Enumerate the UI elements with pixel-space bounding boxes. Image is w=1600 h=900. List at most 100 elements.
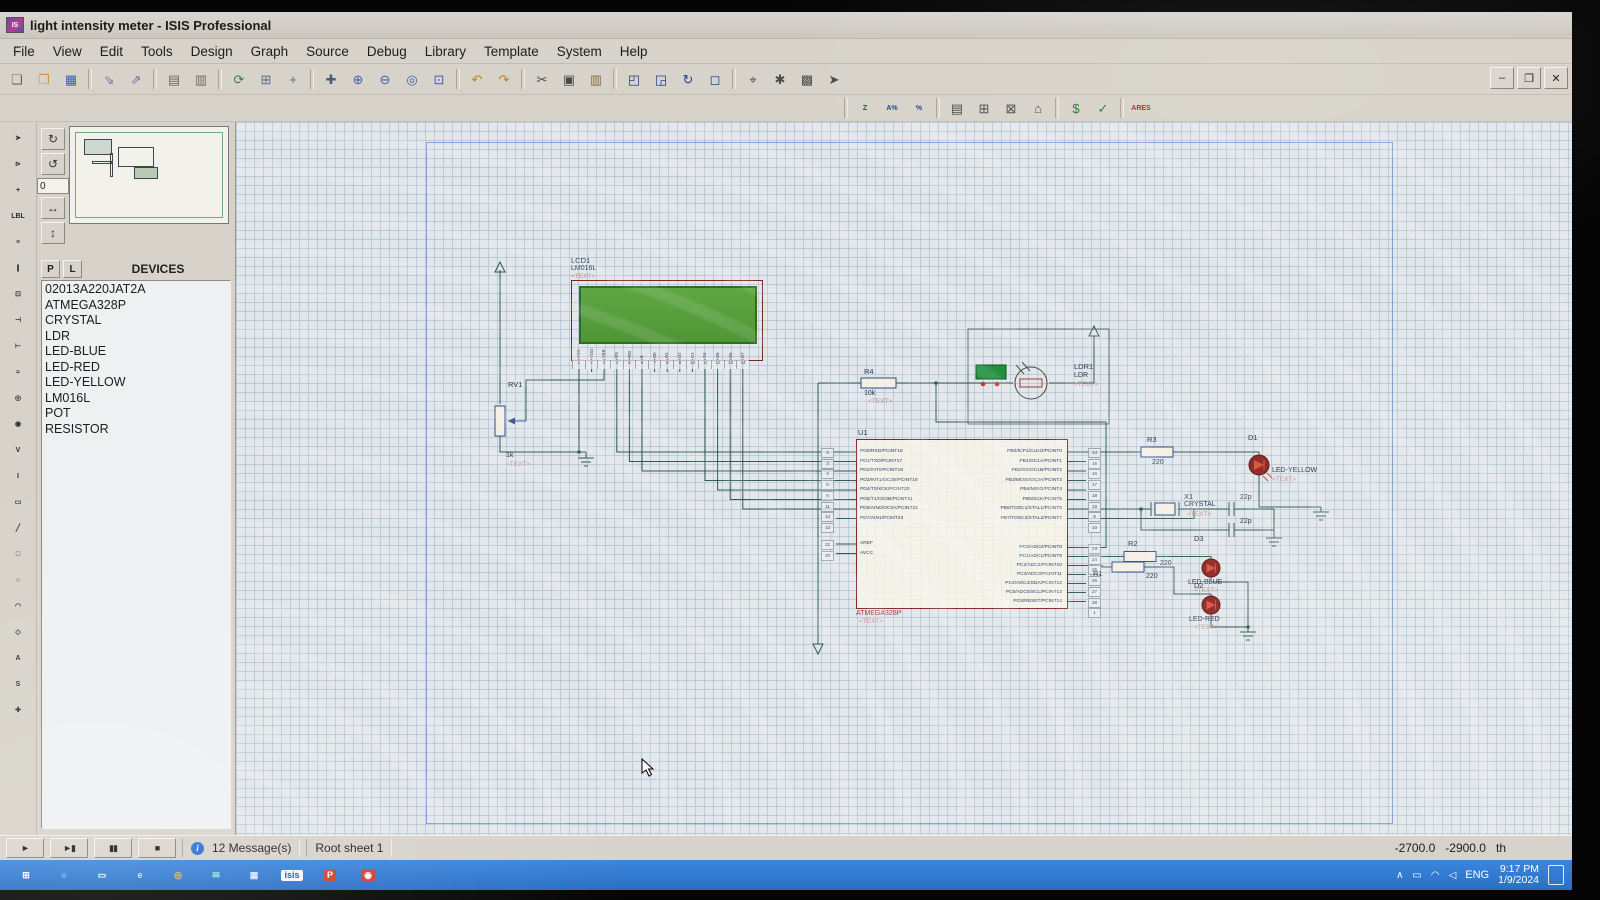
simulate-step-button[interactable]: ►▮ [50,838,88,858]
search-tag-icon[interactable]: A% [879,95,905,121]
taskbar-clock[interactable]: 9:17 PM 1/9/2024 [1498,864,1539,886]
redo-icon[interactable]: ↷ [491,66,517,92]
pick-devices-button[interactable]: P [41,260,60,278]
marker-mode[interactable]: ✚ [5,698,31,722]
menu-item[interactable]: System [548,42,611,61]
language-indicator[interactable]: ENG [1465,869,1489,881]
goto-sheet-icon[interactable]: ⌂ [1025,95,1051,121]
pan-icon[interactable]: ✚ [318,66,344,92]
library-button[interactable]: L [63,260,82,278]
paste-icon[interactable]: ▥ [583,66,609,92]
redraw-icon[interactable]: ⟳ [226,66,252,92]
copy-icon[interactable]: ▣ [556,66,582,92]
zoom-out-icon[interactable]: ⊖ [372,66,398,92]
property-assignment-icon[interactable]: % [906,95,932,121]
device-list-item[interactable]: LM016L [42,391,230,407]
cut-icon[interactable]: ✂ [529,66,555,92]
menu-item[interactable]: Source [297,42,358,61]
design-explorer-icon[interactable]: ▤ [944,95,970,121]
media-app-icon[interactable]: ◉ [350,862,386,888]
generator-mode[interactable]: ◉ [5,412,31,436]
zoom-area-icon[interactable]: ⊡ [426,66,452,92]
block-move-icon[interactable]: ◲ [648,66,674,92]
schematic-canvas[interactable]: LCD1 LM016L <TEXT> VSS VDD VEE RS RW E D0 D1 D2 D… [236,122,1572,835]
current-probe-mode[interactable]: I [5,464,31,488]
menu-item[interactable]: Library [416,42,475,61]
undo-icon[interactable]: ↶ [464,66,490,92]
virtual-instruments-mode[interactable]: ▭ [5,490,31,514]
minimize-button[interactable]: – [1490,67,1514,89]
tray-expand-icon[interactable]: ∧ [1396,870,1403,881]
junction-dot-mode[interactable]: + [5,178,31,202]
2d-box-mode[interactable]: □ [5,542,31,566]
device-list-item[interactable]: POT [42,406,230,422]
graph-mode[interactable]: ≈ [5,360,31,384]
2d-line-mode[interactable]: ╱ [5,516,31,540]
overview-preview[interactable] [69,126,229,224]
rotation-angle-input[interactable] [37,178,69,194]
voltage-probe-mode[interactable]: V [5,438,31,462]
mirror-horizontal-button[interactable]: ↔ [41,197,65,219]
import-icon[interactable]: ⇘ [96,66,122,92]
menu-item[interactable]: Template [475,42,548,61]
zoom-in-icon[interactable]: ⊕ [345,66,371,92]
device-list-item[interactable]: LED-YELLOW [42,375,230,391]
text-script-mode[interactable]: ≡ [5,230,31,254]
export-icon[interactable]: ⇗ [123,66,149,92]
false-origin-icon[interactable]: + [280,66,306,92]
selection-pointer-mode[interactable]: ➤ [5,126,31,150]
menu-item[interactable]: Design [182,42,242,61]
wire-autorouter-icon[interactable]: Z [852,95,878,121]
make-device-icon[interactable]: ✱ [767,66,793,92]
block-rotate-icon[interactable]: ↻ [675,66,701,92]
simulate-stop-button[interactable]: ■ [138,838,176,858]
edge-browser-icon[interactable]: e [122,862,158,888]
browser-icon[interactable]: ◎ [160,862,196,888]
bill-of-materials-icon[interactable]: $ [1063,95,1089,121]
isis-taskbar-icon[interactable]: isis [274,862,310,888]
simulate-play-button[interactable]: ► [6,838,44,858]
task-view-icon[interactable]: ▭ [84,862,120,888]
new-file-icon[interactable]: ❏ [4,66,30,92]
store-icon[interactable]: ▦ [236,862,272,888]
device-list[interactable]: 02013A220JAT2A ATMEGA328P CRYSTAL LDR LED-BL… [41,280,231,829]
start-button[interactable]: ⊞ [8,862,44,888]
menu-item[interactable]: Debug [358,42,416,61]
2d-path-mode[interactable]: ◇ [5,620,31,644]
block-delete-icon[interactable]: ◻ [702,66,728,92]
search-icon[interactable]: ○ [46,862,82,888]
menu-item[interactable]: Tools [132,42,182,61]
2d-circle-mode[interactable]: ○ [5,568,31,592]
netlist-to-ares-icon[interactable]: ARES [1128,95,1154,121]
menu-item[interactable]: Graph [242,42,298,61]
packaging-tool-icon[interactable]: ▩ [794,66,820,92]
powerpoint-icon[interactable]: P [312,862,348,888]
save-icon[interactable]: ▦ [58,66,84,92]
remove-sheet-icon[interactable]: ⊠ [998,95,1024,121]
2d-symbol-mode[interactable]: S [5,672,31,696]
volume-icon[interactable]: ◁ [1449,870,1457,881]
zoom-all-icon[interactable]: ◎ [399,66,425,92]
print-icon[interactable]: ▤ [161,66,187,92]
device-list-item[interactable]: LED-RED [42,360,230,376]
device-list-item[interactable]: CRYSTAL [42,313,230,329]
menu-item[interactable]: File [4,42,44,61]
mirror-vertical-button[interactable]: ↕ [41,222,65,244]
wire-label-mode[interactable]: LBL [5,204,31,228]
simulate-pause-button[interactable]: ▮▮ [94,838,132,858]
menu-item[interactable]: Edit [91,42,132,61]
decompose-icon[interactable]: ➤ [821,66,847,92]
battery-icon[interactable]: ▭ [1412,870,1421,881]
device-list-item[interactable]: ATMEGA328P [42,298,230,314]
mark-output-icon[interactable]: ▥ [188,66,214,92]
2d-text-mode[interactable]: A [5,646,31,670]
subcircuit-mode[interactable]: ⊡ [5,282,31,306]
rotate-anticlockwise-button[interactable]: ↺ [41,153,65,175]
block-copy-icon[interactable]: ◰ [621,66,647,92]
electrical-check-icon[interactable]: ✓ [1090,95,1116,121]
open-folder-icon[interactable]: ❐ [31,66,57,92]
device-list-item[interactable]: LDR [42,329,230,345]
maximize-button[interactable]: ❐ [1517,67,1541,89]
device-list-item[interactable]: 02013A220JAT2A [42,282,230,298]
close-button[interactable]: ✕ [1544,67,1568,89]
